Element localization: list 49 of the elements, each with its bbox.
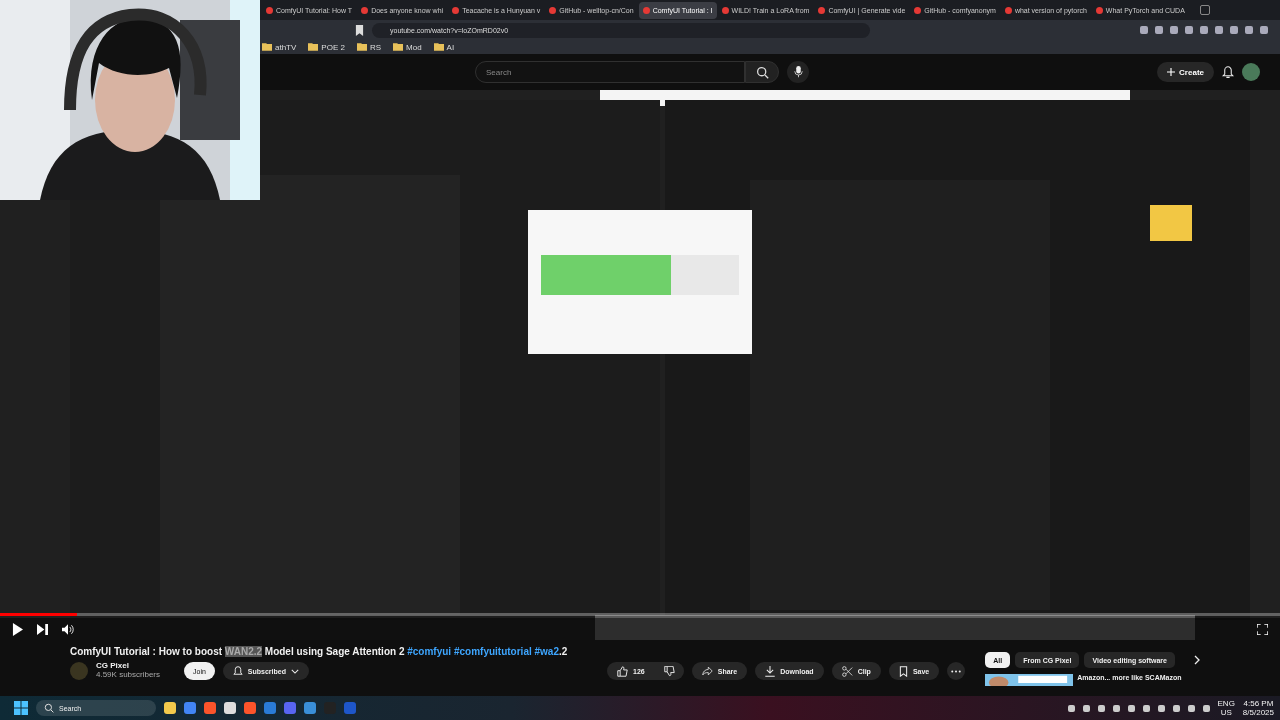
download-icon xyxy=(765,665,776,677)
chevron-right-icon[interactable] xyxy=(1194,655,1200,665)
app-icon[interactable] xyxy=(244,702,256,714)
search-icon[interactable] xyxy=(745,61,779,83)
volume-icon[interactable] xyxy=(62,623,74,635)
bookmark-folder[interactable]: AI xyxy=(433,42,455,52)
share-icon xyxy=(701,666,713,676)
thumbs-up-icon xyxy=(617,665,629,677)
folder-icon xyxy=(356,43,367,51)
bell-icon xyxy=(232,665,243,677)
app-icon[interactable] xyxy=(224,702,236,714)
region-indicator[interactable]: US xyxy=(1220,708,1232,718)
plus-icon xyxy=(1167,68,1176,76)
folder-icon xyxy=(393,43,404,51)
next-icon[interactable] xyxy=(37,623,48,635)
search-icon xyxy=(44,703,54,713)
microphone-icon[interactable] xyxy=(787,61,809,83)
folder-icon xyxy=(262,43,272,51)
search-field[interactable]: Search xyxy=(475,61,745,83)
bookmark-icon[interactable] xyxy=(355,24,364,36)
play-icon[interactable] xyxy=(12,622,23,636)
bookmark-folder[interactable]: POE 2 xyxy=(308,42,345,52)
language-indicator[interactable]: ENG xyxy=(1217,698,1235,708)
app-icon[interactable] xyxy=(184,702,196,714)
folder-icon xyxy=(308,43,319,51)
app-icon[interactable] xyxy=(204,702,216,714)
caret-icon xyxy=(290,668,299,674)
bookmark-folder[interactable]: RS xyxy=(356,42,382,52)
bookmark-icon xyxy=(898,665,908,677)
clock-date[interactable]: 8/5/2025 xyxy=(1242,708,1274,718)
bookmark-folder[interactable]: athTV xyxy=(262,42,297,52)
dots-icon xyxy=(951,669,962,673)
subscriber-count: 4.59K subscribers xyxy=(96,671,162,680)
app-icon[interactable] xyxy=(304,702,316,714)
create-button[interactable]: Create xyxy=(1157,62,1214,82)
dislike-icon[interactable] xyxy=(654,662,684,680)
video-title: ComfyUI Tutorial : How to boost WAN2.2 Model using Sage Attention 2 #comfyui #comfyuitutorial #wa2.2 xyxy=(70,645,569,659)
folder-icon xyxy=(433,43,444,51)
scissors-icon xyxy=(841,665,853,677)
more-button[interactable] xyxy=(947,662,966,680)
windows-start-icon[interactable] xyxy=(14,701,28,715)
fullscreen-icon[interactable] xyxy=(1257,623,1268,635)
channel-name[interactable]: CG Pixel xyxy=(96,662,176,671)
bell-icon[interactable] xyxy=(1222,65,1234,79)
app-icon[interactable] xyxy=(164,702,176,714)
avatar[interactable] xyxy=(1242,63,1260,81)
clock-time[interactable]: 4:56 PM xyxy=(1243,698,1274,708)
bookmark-folder[interactable]: Mod xyxy=(393,42,422,52)
new-tab-icon[interactable] xyxy=(1199,5,1210,15)
